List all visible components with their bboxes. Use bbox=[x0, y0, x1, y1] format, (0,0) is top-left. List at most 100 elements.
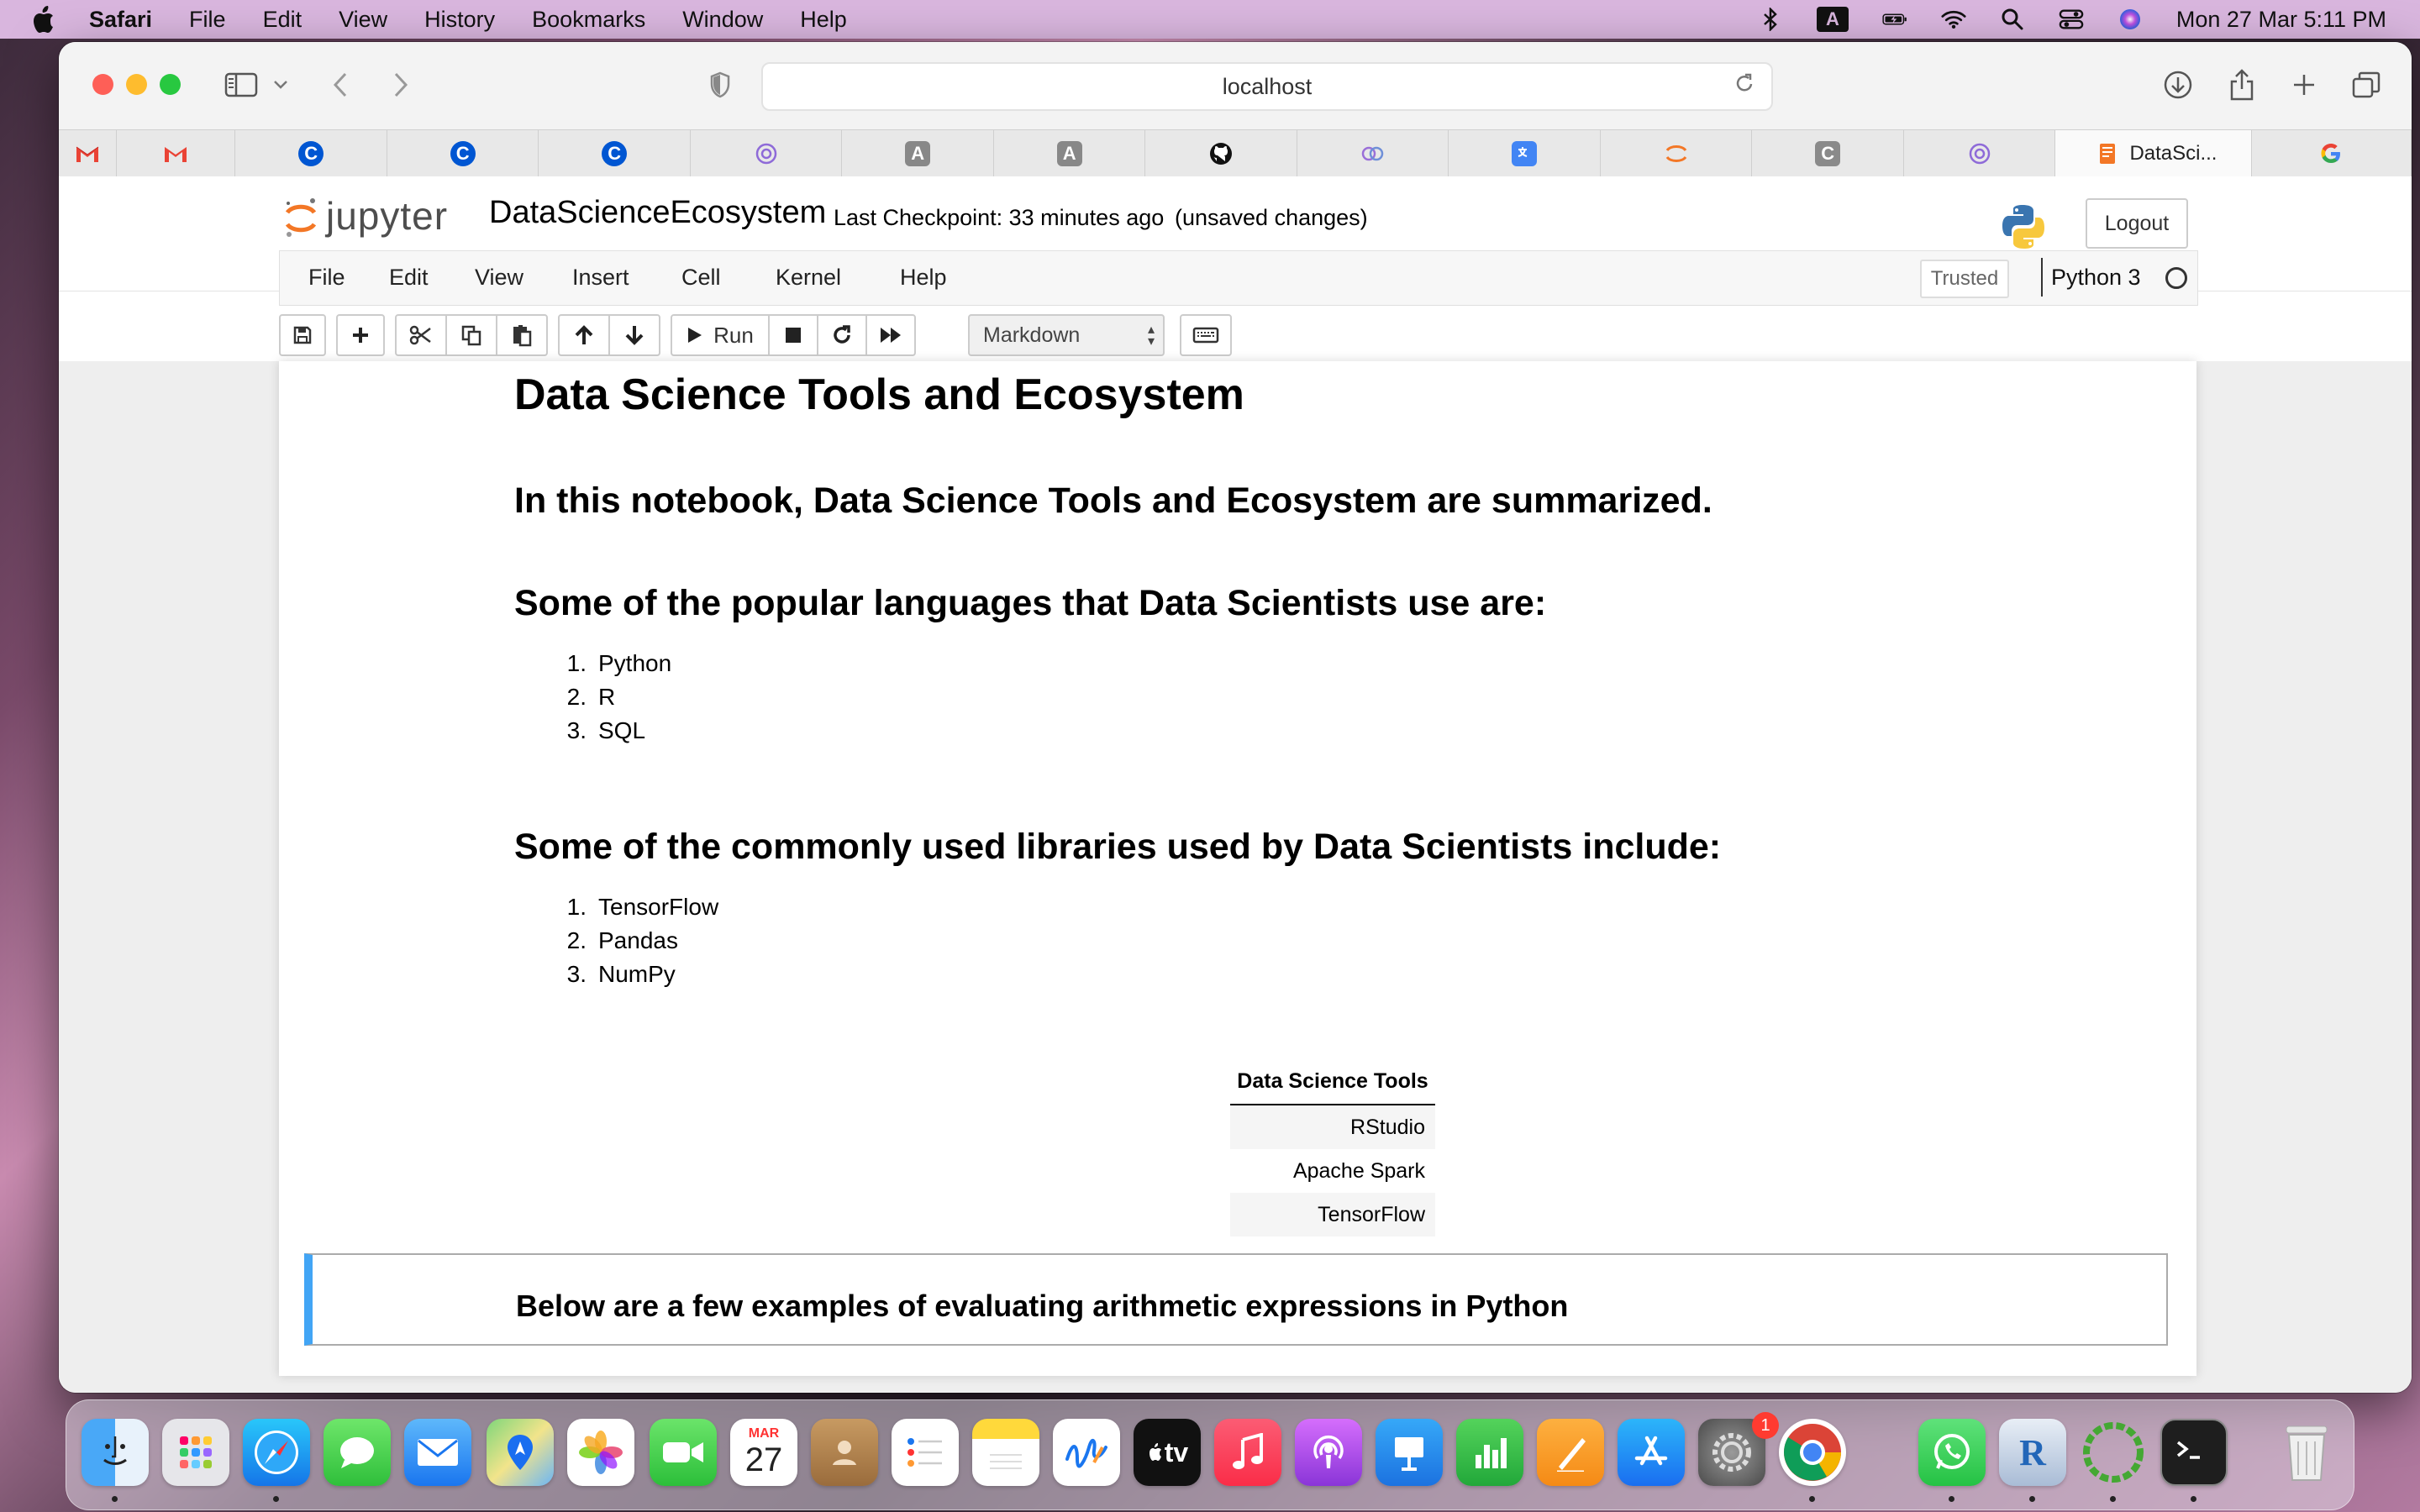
tab-datascience-notebook[interactable]: DataSci... bbox=[2055, 130, 2252, 177]
new-tab-icon[interactable] bbox=[2287, 67, 2321, 102]
jupyter-logo[interactable]: jupyter bbox=[284, 193, 448, 239]
freeform-icon[interactable] bbox=[1053, 1419, 1120, 1486]
tab-jupyter[interactable] bbox=[1601, 130, 1753, 177]
interrupt-kernel-button[interactable] bbox=[768, 314, 818, 356]
r-app-icon[interactable]: R bbox=[1999, 1419, 2066, 1486]
tab-a-1[interactable]: A bbox=[842, 130, 994, 177]
back-icon[interactable] bbox=[328, 67, 353, 102]
tab-coursera-3[interactable]: C bbox=[539, 130, 691, 177]
battery-icon[interactable] bbox=[1882, 8, 1907, 30]
paste-button[interactable] bbox=[496, 314, 548, 356]
kernel-name[interactable]: Python 3 bbox=[2041, 258, 2141, 297]
restart-run-all-button[interactable] bbox=[865, 314, 916, 356]
tab-google[interactable] bbox=[2252, 130, 2412, 177]
tab-c[interactable]: C bbox=[1752, 130, 1904, 177]
copy-button[interactable] bbox=[445, 314, 497, 356]
menu-file[interactable]: File bbox=[189, 7, 226, 33]
tab-openai-2[interactable] bbox=[1904, 130, 2056, 177]
notes-icon[interactable] bbox=[972, 1419, 1039, 1486]
launchpad-icon[interactable] bbox=[162, 1419, 229, 1486]
siri-icon[interactable] bbox=[2118, 8, 2143, 30]
privacy-shield-icon[interactable] bbox=[706, 67, 734, 102]
menu-edit[interactable]: Edit bbox=[263, 7, 302, 33]
nb-menu-insert[interactable]: Insert bbox=[572, 265, 629, 291]
wifi-icon[interactable] bbox=[1941, 8, 1966, 30]
menu-bookmarks[interactable]: Bookmarks bbox=[532, 7, 645, 33]
tab-coursera-1[interactable]: C bbox=[235, 130, 387, 177]
tab-openai-1[interactable] bbox=[691, 130, 843, 177]
input-source-icon[interactable]: A bbox=[1816, 7, 1849, 32]
nb-menu-kernel[interactable]: Kernel bbox=[776, 265, 841, 291]
jupyter-logo-text: jupyter bbox=[326, 194, 449, 238]
minimize-window-button[interactable] bbox=[126, 74, 147, 95]
nb-menu-help[interactable]: Help bbox=[900, 265, 947, 291]
trash-icon[interactable] bbox=[2273, 1419, 2340, 1486]
reload-icon[interactable] bbox=[1734, 72, 1754, 100]
control-center-icon[interactable] bbox=[2059, 8, 2084, 30]
facetime-icon[interactable] bbox=[650, 1419, 717, 1486]
tab-a-2[interactable]: A bbox=[994, 130, 1146, 177]
safari-app-icon[interactable] bbox=[243, 1419, 310, 1486]
tab-overview-icon[interactable] bbox=[2349, 67, 2383, 102]
trusted-indicator[interactable]: Trusted bbox=[1920, 260, 2009, 298]
calendar-icon[interactable]: MAR 27 bbox=[730, 1419, 797, 1486]
forward-icon[interactable] bbox=[388, 67, 413, 102]
terminal-icon[interactable] bbox=[2160, 1419, 2228, 1486]
mail-icon[interactable] bbox=[404, 1419, 471, 1486]
nb-menu-file[interactable]: File bbox=[308, 265, 345, 291]
reminders-icon[interactable] bbox=[892, 1419, 959, 1486]
logout-button[interactable]: Logout bbox=[2086, 198, 2188, 249]
apple-tv-icon[interactable]: tv bbox=[1134, 1419, 1201, 1486]
apple-menu-icon[interactable] bbox=[30, 5, 55, 34]
keynote-icon[interactable] bbox=[1376, 1419, 1443, 1486]
cell-type-select[interactable]: Markdown ▴ ▾ bbox=[968, 314, 1165, 356]
finder-icon[interactable] bbox=[82, 1419, 149, 1486]
nb-menu-cell[interactable]: Cell bbox=[681, 265, 721, 291]
tab-google-translate[interactable] bbox=[1449, 130, 1601, 177]
nb-menu-view[interactable]: View bbox=[475, 265, 523, 291]
music-icon[interactable] bbox=[1214, 1419, 1281, 1486]
command-palette-button[interactable] bbox=[1180, 314, 1232, 356]
run-button[interactable]: Run bbox=[671, 314, 770, 356]
close-window-button[interactable] bbox=[92, 74, 113, 95]
numbers-icon[interactable] bbox=[1456, 1419, 1523, 1486]
anaconda-icon[interactable] bbox=[2080, 1419, 2147, 1486]
menu-app-safari[interactable]: Safari bbox=[89, 7, 152, 33]
messages-icon[interactable] bbox=[324, 1419, 391, 1486]
pages-icon[interactable] bbox=[1537, 1419, 1604, 1486]
menu-history[interactable]: History bbox=[424, 7, 495, 33]
menu-view[interactable]: View bbox=[339, 7, 387, 33]
move-cell-up-button[interactable] bbox=[558, 314, 610, 356]
address-bar[interactable]: localhost bbox=[761, 62, 1773, 111]
share-icon[interactable] bbox=[2225, 67, 2259, 102]
move-cell-down-button[interactable] bbox=[608, 314, 660, 356]
zoom-window-button[interactable] bbox=[160, 74, 181, 95]
app-store-icon[interactable] bbox=[1618, 1419, 1685, 1486]
tab-ibm[interactable] bbox=[1297, 130, 1449, 177]
spotlight-search-icon[interactable] bbox=[2000, 8, 2025, 30]
sidebar-toggle-icon[interactable] bbox=[224, 67, 259, 102]
menu-window[interactable]: Window bbox=[682, 7, 763, 33]
tab-coursera-2[interactable]: C bbox=[387, 130, 539, 177]
cut-button[interactable] bbox=[395, 314, 447, 356]
chevron-down-icon[interactable] bbox=[271, 67, 291, 102]
downloads-icon[interactable] bbox=[2161, 67, 2195, 102]
tab-gmail-2[interactable] bbox=[117, 130, 236, 177]
chrome-icon[interactable] bbox=[1779, 1419, 1846, 1486]
menu-help[interactable]: Help bbox=[800, 7, 847, 33]
nb-menu-edit[interactable]: Edit bbox=[389, 265, 429, 291]
tab-gmail-1[interactable] bbox=[59, 130, 117, 177]
bluetooth-icon[interactable] bbox=[1758, 8, 1783, 31]
selected-markdown-cell[interactable]: Below are a few examples of evaluating a… bbox=[304, 1253, 2168, 1346]
whatsapp-icon[interactable] bbox=[1918, 1419, 1986, 1486]
save-button[interactable] bbox=[279, 314, 326, 356]
photos-icon[interactable] bbox=[567, 1419, 634, 1486]
notebook-name[interactable]: DataScienceEcosystem bbox=[489, 195, 826, 231]
tab-github[interactable] bbox=[1145, 130, 1297, 177]
menu-clock[interactable]: Mon 27 Mar 5:11 PM bbox=[2176, 7, 2386, 33]
maps-icon[interactable] bbox=[487, 1419, 554, 1486]
contacts-icon[interactable] bbox=[811, 1419, 878, 1486]
restart-kernel-button[interactable] bbox=[817, 314, 867, 356]
insert-cell-button[interactable] bbox=[336, 314, 385, 356]
podcasts-icon[interactable] bbox=[1295, 1419, 1362, 1486]
